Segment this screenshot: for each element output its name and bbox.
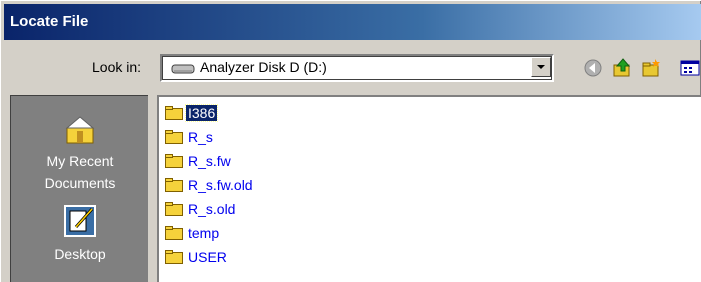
desktop-icon: [64, 205, 96, 237]
list-item[interactable]: I386: [165, 102, 219, 124]
places-label-recent-2: Documents: [44, 175, 116, 191]
look-in-label: Look in:: [92, 59, 142, 75]
up-folder-icon[interactable]: [611, 57, 633, 79]
places-bar: My Recent Documents Desktop: [10, 95, 148, 282]
new-folder-icon[interactable]: [640, 57, 662, 79]
chevron-down-icon[interactable]: [531, 57, 551, 77]
list-item[interactable]: R_s.fw: [165, 150, 233, 172]
folder-icon: [165, 250, 183, 264]
look-in-combobox[interactable]: Analyzer Disk D (D:): [160, 54, 554, 82]
look-in-value: Analyzer Disk D (D:): [200, 59, 327, 75]
folder-icon: [165, 178, 183, 192]
title-bar: Locate File: [4, 4, 701, 40]
file-name: temp: [188, 225, 220, 241]
view-menu-icon[interactable]: [679, 57, 701, 79]
file-name: R_s.fw.old: [188, 177, 253, 193]
window-title: Locate File: [10, 13, 89, 30]
list-item[interactable]: USER: [165, 246, 229, 268]
folder-icon: [165, 106, 183, 120]
folder-icon: [165, 130, 183, 144]
file-name: R_s: [188, 129, 213, 145]
drive-icon: [171, 64, 195, 74]
list-item[interactable]: R_s.fw.old: [165, 174, 255, 196]
places-item-desktop[interactable]: Desktop: [11, 203, 149, 265]
file-name: USER: [188, 249, 227, 265]
list-item[interactable]: R_s.old: [165, 198, 237, 220]
file-name: R_s.old: [188, 201, 236, 217]
folder-icon: [165, 202, 183, 216]
list-item[interactable]: temp: [165, 222, 221, 244]
folder-icon: [165, 226, 183, 240]
recent-documents-icon: [65, 116, 95, 144]
places-item-recent-documents[interactable]: My Recent Documents: [11, 114, 149, 194]
locate-file-dialog: Locate File Look in: Analyzer Disk D (D:…: [0, 0, 701, 282]
file-name: I386: [184, 104, 219, 122]
file-name: R_s.fw: [188, 153, 231, 169]
file-list[interactable]: I386 R_s R_s.fw R_s.fw.old R_s.old temp …: [157, 95, 701, 282]
list-item[interactable]: R_s: [165, 126, 215, 148]
places-label-desktop: Desktop: [54, 246, 106, 262]
folder-icon: [165, 154, 183, 168]
places-label-recent-1: My Recent: [46, 153, 114, 169]
back-icon[interactable]: [582, 57, 604, 79]
